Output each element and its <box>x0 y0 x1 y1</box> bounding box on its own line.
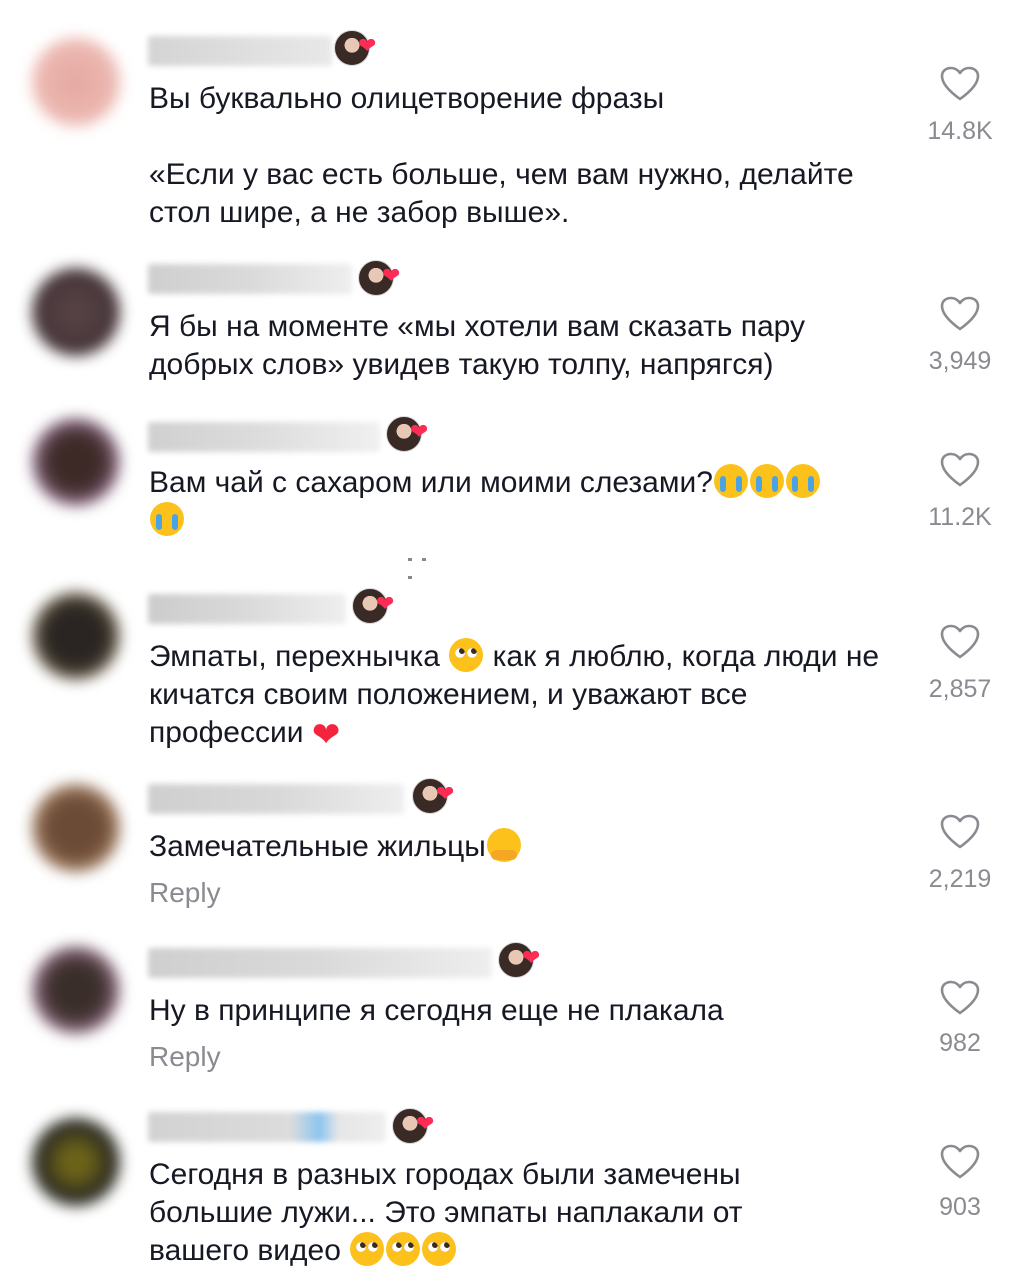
heart-icon: ❤ <box>436 782 455 807</box>
hugging-face-emoji <box>486 828 521 862</box>
reply-button[interactable]: Reply <box>149 876 221 910</box>
comment-text: Замечательные жильцы <box>149 828 909 866</box>
heart-outline-icon[interactable] <box>940 814 980 850</box>
like-count: 11.2K <box>928 503 992 531</box>
username-blurred[interactable] <box>148 36 332 66</box>
avatar[interactable] <box>32 784 120 872</box>
pleading-face-emoji <box>449 638 484 672</box>
username-blurred[interactable] <box>148 422 380 452</box>
avatar[interactable] <box>32 38 120 126</box>
comment-text: Сегодня в разных городах были замечены б… <box>149 1158 751 1267</box>
reply-button[interactable]: Reply <box>149 1040 221 1074</box>
heart-outline-icon[interactable] <box>940 1144 980 1180</box>
like-count: 14.8K <box>927 117 993 145</box>
heart-icon: ❤ <box>522 946 541 971</box>
heart-icon: ❤ <box>376 592 395 617</box>
heart-outline-icon[interactable] <box>940 66 980 102</box>
loudly-crying-face-emoji <box>713 464 748 498</box>
pleading-face-emoji <box>422 1232 457 1266</box>
avatar[interactable] <box>32 1118 120 1206</box>
comment-text: Вам чай с сахаром или моими слезами? <box>149 464 889 540</box>
username-blurred[interactable] <box>148 948 492 978</box>
username-blurred[interactable] <box>148 1112 386 1142</box>
like-count: 2,857 <box>928 675 992 703</box>
username-blurred[interactable] <box>148 784 404 814</box>
loudly-crying-face-emoji <box>749 464 784 498</box>
divider <box>408 548 448 579</box>
heart-icon: ❤ <box>358 34 377 59</box>
pleading-face-emoji <box>350 1232 385 1266</box>
avatar[interactable] <box>32 592 120 680</box>
comment-text: Эмпаты, перехнычка как я люблю, когда лю… <box>149 638 888 755</box>
like-count: 2,219 <box>928 865 992 893</box>
creator-liked-badge: ❤ <box>386 416 428 452</box>
heart-icon: ❤ <box>410 420 429 445</box>
creator-liked-badge: ❤ <box>412 778 454 814</box>
avatar[interactable] <box>32 946 120 1034</box>
creator-liked-badge: ❤ <box>358 260 400 296</box>
comment-text: Ну в принципе я сегодня еще не плакала <box>149 994 724 1027</box>
comment-text: Я бы на моменте «мы хотели вам сказать п… <box>149 310 814 381</box>
loudly-crying-face-emoji <box>785 464 820 498</box>
like-count: 903 <box>939 1193 981 1221</box>
comment-text: Вы буквально олицетворение фразы «Если у… <box>149 82 854 229</box>
username-blurred[interactable] <box>148 264 352 294</box>
heart-outline-icon[interactable] <box>940 296 980 332</box>
creator-liked-badge: ❤ <box>352 588 394 624</box>
heart-icon: ❤ <box>382 264 401 289</box>
heart-icon: ❤ <box>416 1112 435 1137</box>
avatar[interactable] <box>32 418 120 506</box>
red-heart-emoji: ❤ <box>311 715 341 755</box>
heart-outline-icon[interactable] <box>940 452 980 488</box>
creator-liked-badge: ❤ <box>392 1108 434 1144</box>
heart-outline-icon[interactable] <box>940 624 980 660</box>
like-count: 982 <box>939 1029 981 1057</box>
avatar[interactable] <box>32 268 120 356</box>
loudly-crying-face-emoji <box>150 502 184 536</box>
heart-outline-icon[interactable] <box>940 980 980 1016</box>
username-blurred[interactable] <box>148 594 346 624</box>
creator-liked-badge: ❤ <box>334 30 376 66</box>
like-count: 3,949 <box>928 347 992 375</box>
pleading-face-emoji <box>386 1232 421 1266</box>
creator-liked-badge: ❤ <box>498 942 540 978</box>
